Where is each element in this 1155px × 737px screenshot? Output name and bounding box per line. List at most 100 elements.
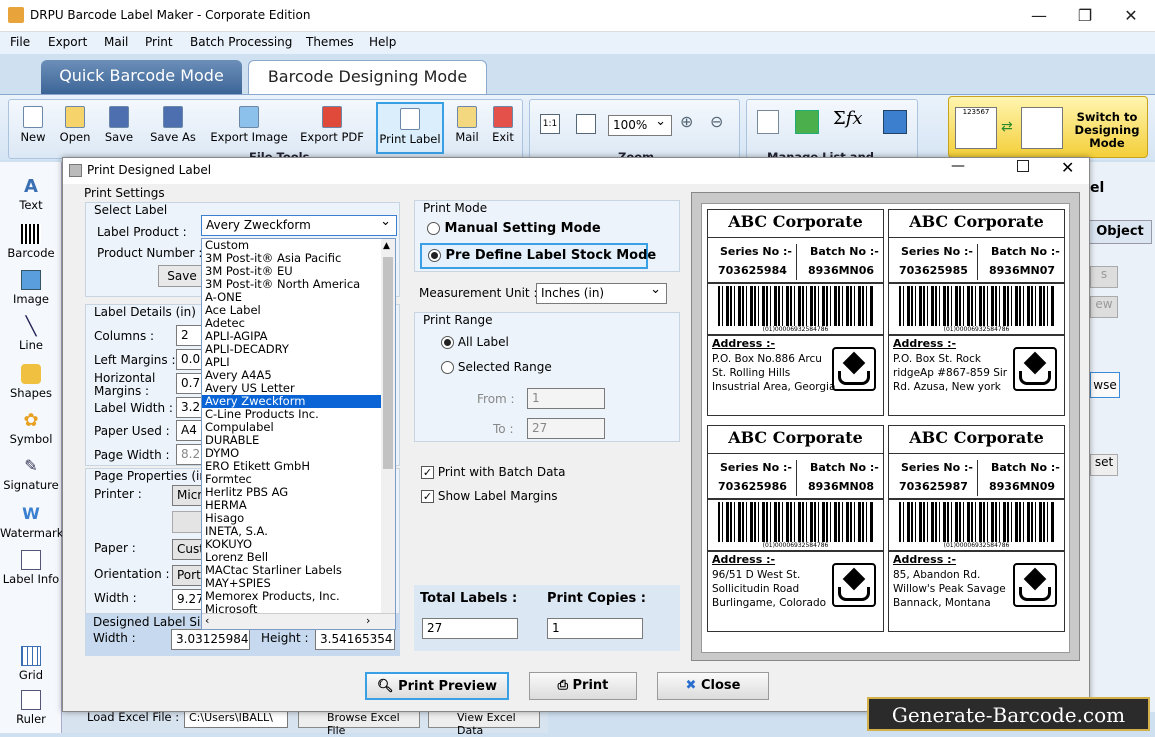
zoom-out-icon[interactable]: ⊖	[710, 112, 723, 131]
pane-button-s[interactable]: s	[1090, 266, 1118, 288]
save-as-button[interactable]: Save As	[143, 106, 203, 148]
tool-grid[interactable]: Grid	[0, 646, 62, 682]
address-line: 96/51 D West St.	[712, 569, 801, 581]
formula-icon[interactable]: Σ𝑓𝑥	[833, 108, 863, 129]
zoom-in-icon[interactable]: ⊕	[680, 112, 693, 131]
dialog-minimize-icon[interactable]: —	[951, 158, 965, 174]
pdf-icon	[322, 106, 342, 128]
dialog-maximize-icon[interactable]	[1017, 160, 1029, 172]
designer-thumbnail-icon	[1021, 107, 1063, 149]
reset-button[interactable]: set	[1090, 454, 1118, 476]
print-button[interactable]: ⎙ Print	[529, 672, 637, 700]
save-label-button[interactable]: Save	[158, 265, 206, 287]
print-label-button[interactable]: Print Label	[376, 102, 444, 154]
toolbox: A Text Barcode Image ╲ Line Shapes ✿ Symbol…	[0, 162, 63, 733]
from-input[interactable]: 1	[527, 388, 605, 409]
label-product-select[interactable]: Avery Zweckform	[201, 215, 397, 236]
print-mode-group: Print Mode Manual Setting Mode Pre Defin…	[414, 200, 680, 272]
designed-height-input[interactable]: 3.54165354	[315, 629, 395, 650]
browse-button[interactable]: wse	[1090, 372, 1120, 398]
scroll-right-icon[interactable]: ›	[366, 614, 370, 627]
fit-to-window-icon[interactable]	[576, 114, 596, 134]
open-button[interactable]: Open	[55, 106, 95, 148]
close-button[interactable]: ✖ Close	[657, 672, 769, 700]
close-icon[interactable]: ✕	[1108, 0, 1154, 32]
menu-print[interactable]: Print	[145, 35, 173, 49]
save-button[interactable]: Save	[101, 106, 137, 148]
batch-label: Batch No :-	[991, 461, 1060, 474]
designed-width-label: Width :	[93, 631, 136, 645]
address-line: Rd. Azusa, New york	[893, 381, 1001, 393]
zoom-select[interactable]: 100%	[608, 115, 672, 136]
export-pdf-button[interactable]: Export PDF	[297, 106, 367, 148]
batch-label: Batch No :-	[810, 461, 879, 474]
label-card: ABC Corporate Series No :- Batch No :- 7036…	[707, 209, 884, 416]
menu-file[interactable]: File	[10, 35, 30, 49]
menu-help[interactable]: Help	[369, 35, 396, 49]
scroll-up-icon[interactable]: ▲	[383, 241, 390, 251]
menu-batch-processing[interactable]: Batch Processing	[190, 35, 292, 49]
scroll-thumb[interactable]	[383, 257, 393, 469]
tool-ruler[interactable]: Ruler	[0, 690, 62, 726]
dropdown-scrollbar[interactable]: ▲	[381, 239, 395, 613]
manage-list-icon[interactable]	[757, 110, 779, 134]
predefine-mode-radio[interactable]: Pre Define Label Stock Mode	[420, 243, 656, 269]
columns-label: Columns :	[94, 329, 155, 343]
tool-signature[interactable]: ✎ Signature	[0, 456, 62, 492]
left-margins-label: Left Margins :	[94, 353, 176, 367]
tool-watermark[interactable]: W Watermark	[0, 504, 63, 540]
tab-barcode-designing-mode[interactable]: Barcode Designing Mode	[248, 60, 487, 94]
tab-quick-barcode-mode[interactable]: Quick Barcode Mode	[41, 60, 242, 94]
selected-range-radio[interactable]: Selected Range	[441, 360, 552, 374]
predefine-radio-icon	[428, 249, 441, 262]
restore-icon[interactable]: ❐	[1062, 0, 1108, 32]
tool-barcode[interactable]: Barcode	[0, 224, 62, 260]
measurement-unit-select[interactable]: Inches (in)	[536, 283, 667, 304]
address-label: Address :-	[712, 553, 776, 566]
manual-mode-radio[interactable]: Manual Setting Mode	[427, 221, 601, 236]
tab-object[interactable]: Object	[1088, 220, 1152, 244]
excel-icon[interactable]	[795, 110, 819, 134]
export-image-button[interactable]: Export Image	[207, 106, 291, 148]
signature-icon: ✎	[24, 456, 38, 475]
new-button[interactable]: New	[15, 106, 51, 148]
print-batch-data-checkbox[interactable]: ✓ Print with Batch Data	[421, 465, 565, 479]
series-icon[interactable]	[883, 110, 907, 134]
switch-label: Switch to Designing Mode	[1074, 110, 1140, 150]
dropdown-hscrollbar[interactable]: ‹ ›	[202, 613, 395, 629]
tool-image[interactable]: Image	[0, 270, 62, 306]
total-labels-input[interactable]: 27	[422, 618, 518, 639]
label-barcode-text: (01)00006932584786	[943, 326, 1010, 333]
symbol-icon: ✿	[23, 410, 39, 431]
menu-export[interactable]: Export	[48, 35, 87, 49]
show-label-margins-checkbox[interactable]: ✓ Show Label Margins	[421, 489, 557, 503]
exit-button[interactable]: Exit	[487, 106, 519, 148]
minimize-icon[interactable]: —	[1016, 0, 1062, 32]
print-dialog: Print Designed Label — ✕ Print Settings …	[62, 157, 1090, 712]
all-label-radio[interactable]: All Label	[441, 335, 509, 349]
actual-size-icon[interactable]: 1:1	[540, 114, 560, 134]
mail-button[interactable]: Mail	[451, 106, 483, 148]
label-width-label: Label Width :	[94, 401, 173, 415]
menu-themes[interactable]: Themes	[306, 35, 354, 49]
dialog-close-icon[interactable]: ✕	[1061, 158, 1074, 177]
to-input[interactable]: 27	[527, 418, 605, 439]
scroll-left-icon[interactable]: ‹	[205, 614, 209, 627]
tool-symbol[interactable]: ✿ Symbol	[0, 410, 62, 446]
label-product-dropdown-list[interactable]: Custom 3M Post-it® Asia Pacific 3M Post-it…	[201, 238, 396, 630]
designed-width-input[interactable]: 3.03125984	[171, 629, 250, 650]
label-details-heading: Label Details (in) :	[94, 305, 204, 319]
print-copies-input[interactable]: 1	[547, 618, 643, 639]
print-preview-button[interactable]: 🔍︎ Print Preview	[365, 672, 509, 700]
tool-label-info[interactable]: Label Info	[0, 550, 62, 586]
label-barcode-text: (01)00006932584786	[943, 542, 1010, 549]
tool-shapes[interactable]: Shapes	[0, 364, 62, 400]
tool-text[interactable]: A Text	[0, 176, 62, 212]
pane-button-ew[interactable]: ew	[1090, 296, 1118, 318]
dropdown-item[interactable]: APLI-DECADRY	[202, 343, 395, 356]
tool-line[interactable]: ╲ Line	[0, 316, 62, 352]
series-label: Series No :-	[901, 245, 973, 258]
switch-to-designing-mode-button[interactable]: 123567 ⇄ Switch to Designing Mode	[948, 96, 1148, 158]
menu-mail[interactable]: Mail	[104, 35, 128, 49]
open-folder-icon	[65, 106, 85, 128]
